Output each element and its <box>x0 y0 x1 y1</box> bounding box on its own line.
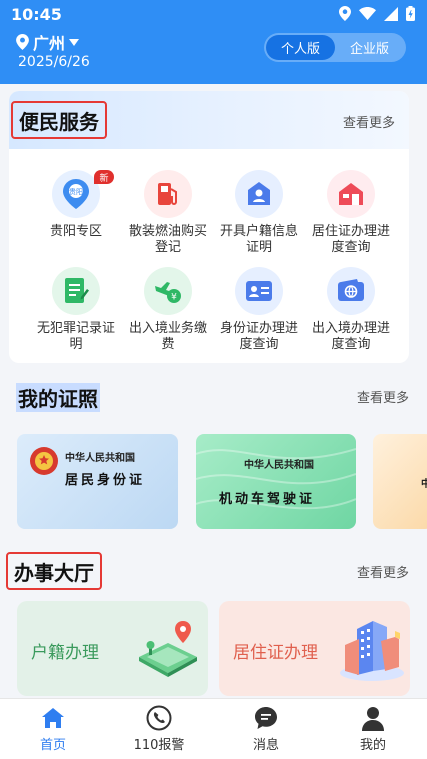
passport-globe-icon <box>327 267 375 315</box>
licences-title-text: 我的证照 <box>16 382 100 412</box>
status-bar: 10:45 <box>0 0 427 28</box>
household-cert-icon <box>235 170 283 218</box>
licences-more-link[interactable]: 查看更多 <box>357 387 409 406</box>
hall-card-label: 户籍办理 <box>31 643 99 663</box>
guiyang-zone-icon: 贵阳 新 <box>52 170 114 218</box>
service-label: 无犯罪记录证明 <box>36 321 115 352</box>
svg-text:贵阳: 贵阳 <box>69 187 83 196</box>
driving-licence-country: 中华人民共和国 <box>244 460 314 471</box>
hall-card-label: 居住证办理 <box>233 643 318 663</box>
tab-home[interactable]: 首页 <box>13 705 93 753</box>
app-header: 10:45 广州 2025/6/26 个人版 企业版 <box>0 0 427 84</box>
id-card-name: 居民身份证 <box>65 473 146 488</box>
location-pin-icon <box>16 34 29 50</box>
services-header: 便民服务 查看更多 <box>9 91 409 149</box>
wifi-icon <box>359 7 376 20</box>
city-name: 广州 <box>33 34 66 53</box>
phone-icon <box>146 705 172 731</box>
national-emblem-icon <box>30 447 58 475</box>
service-label: 出入境办理进度查询 <box>311 321 390 352</box>
status-icons <box>339 6 415 21</box>
signal-icon <box>384 6 398 21</box>
household-map-illustration <box>139 621 197 677</box>
bottom-tab-bar: 首页 110报警 消息 我的 <box>0 698 427 759</box>
wave-pattern-decor <box>196 448 356 510</box>
hall-card-household[interactable]: 户籍办理 <box>17 601 208 696</box>
message-icon <box>255 707 277 729</box>
hall-more-link[interactable]: 查看更多 <box>357 562 409 581</box>
current-date: 2025/6/26 <box>18 54 90 70</box>
licence-card-driving[interactable]: 中华人民共和国 机动车驾驶证 <box>196 434 356 529</box>
third-card-country: 中 <box>421 479 427 490</box>
licence-card-third[interactable]: 中 <box>373 434 427 529</box>
fuel-pump-icon <box>144 170 192 218</box>
service-residence-progress[interactable]: 居住证办理进度查询 <box>301 170 401 256</box>
hall-title: 办事大厅 <box>6 552 102 590</box>
service-exit-entry-pay[interactable]: ¥ 出入境业务缴费 <box>118 267 218 353</box>
segment-enterprise[interactable]: 企业版 <box>335 35 404 60</box>
tab-label: 消息 <box>252 738 279 753</box>
service-household-cert[interactable]: 开具户籍信息证明 <box>209 170 309 256</box>
svg-text:¥: ¥ <box>171 293 177 303</box>
new-badge: 新 <box>94 170 114 184</box>
airplane-pay-icon: ¥ <box>144 267 192 315</box>
tab-messages[interactable]: 消息 <box>226 705 306 753</box>
person-icon <box>362 706 384 731</box>
no-crime-cert-icon <box>52 267 100 315</box>
service-label: 散装燃油购买登记 <box>128 224 207 255</box>
service-label: 开具户籍信息证明 <box>219 224 298 255</box>
tab-label: 我的 <box>359 738 386 753</box>
licences-title: 我的证照 <box>16 382 100 412</box>
service-fuel[interactable]: 散装燃油购买登记 <box>118 170 218 256</box>
services-title: 便民服务 <box>11 101 107 139</box>
hall-card-residence[interactable]: 居住证办理 <box>219 601 410 696</box>
edition-switch: 个人版 企业版 <box>264 33 406 62</box>
service-exit-entry-progress[interactable]: 出入境办理进度查询 <box>301 267 401 353</box>
battery-icon <box>406 6 415 21</box>
service-label: 居住证办理进度查询 <box>311 224 390 255</box>
services-card: 便民服务 查看更多 贵阳 新 贵阳专区 散装燃油购买登记 开具户籍信息证明 居住… <box>9 91 409 363</box>
service-no-crime[interactable]: 无犯罪记录证明 <box>26 267 126 353</box>
service-label: 身份证办理进度查询 <box>219 321 298 352</box>
tab-110-alarm[interactable]: 110报警 <box>119 705 199 753</box>
tab-mine[interactable]: 我的 <box>333 705 413 753</box>
home-icon <box>42 708 64 728</box>
service-label: 贵阳专区 <box>49 224 102 239</box>
city-selector[interactable]: 广州 <box>16 30 80 54</box>
location-status-icon <box>339 6 351 21</box>
service-id-progress[interactable]: 身份证办理进度查询 <box>209 267 309 353</box>
segment-personal[interactable]: 个人版 <box>266 35 335 60</box>
tab-label: 110报警 <box>133 738 185 753</box>
service-label: 出入境业务缴费 <box>128 321 207 352</box>
tab-label: 首页 <box>39 738 66 753</box>
caret-down-icon <box>69 38 80 46</box>
id-card-icon <box>235 267 283 315</box>
id-card-country: 中华人民共和国 <box>65 453 135 464</box>
driving-licence-name: 机动车驾驶证 <box>219 492 316 507</box>
residence-home-icon <box>327 170 375 218</box>
services-more-link[interactable]: 查看更多 <box>343 112 395 131</box>
buildings-illustration <box>340 621 404 681</box>
service-guiyang[interactable]: 贵阳 新 贵阳专区 <box>26 170 126 240</box>
licence-card-id[interactable]: 中华人民共和国 居民身份证 <box>17 434 178 529</box>
status-time: 10:45 <box>11 5 62 24</box>
